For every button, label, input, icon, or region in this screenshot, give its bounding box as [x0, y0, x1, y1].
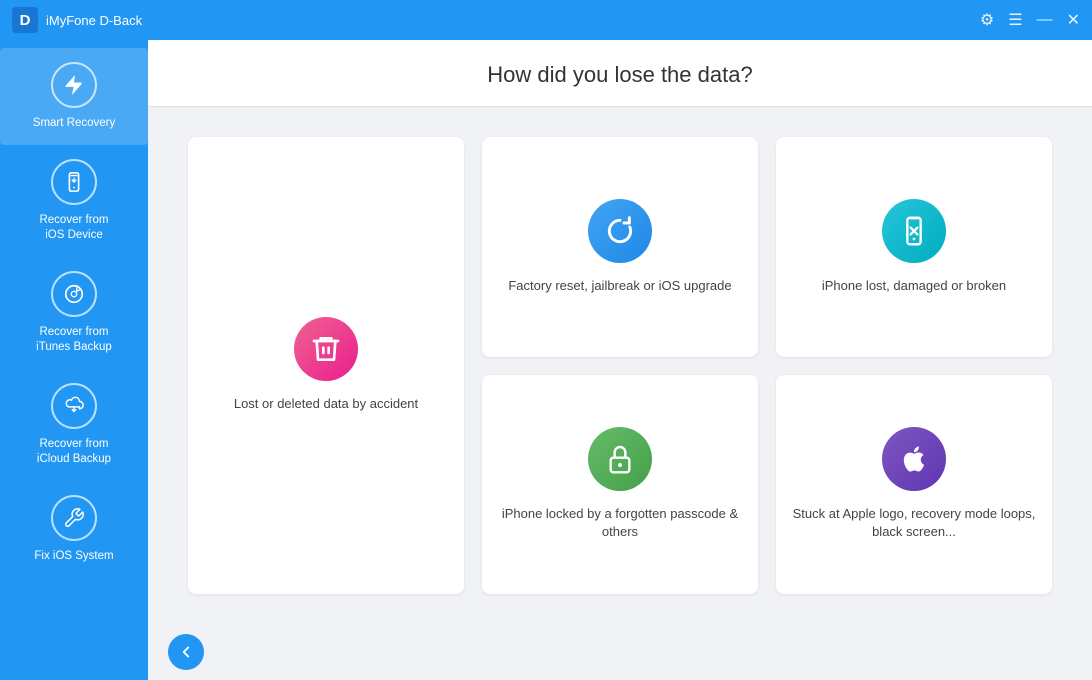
fix-ios-icon	[51, 495, 97, 541]
card-factory-reset[interactable]: Factory reset, jailbreak or iOS upgrade	[482, 137, 758, 357]
recover-ios-icon	[51, 159, 97, 205]
card-stuck-apple[interactable]: Stuck at Apple logo, recovery mode loops…	[776, 375, 1052, 595]
title-bar-left: D iMyFone D-Back	[12, 7, 142, 33]
content-area: How did you lose the data? Lost or delet…	[148, 40, 1092, 680]
card-lost-deleted[interactable]: Lost or deleted data by accident	[188, 137, 464, 594]
sidebar-label-recover-icloud: Recover fromiCloud Backup	[37, 437, 111, 467]
sidebar-item-fix-ios[interactable]: Fix iOS System	[0, 481, 148, 578]
card-label-lost-deleted: Lost or deleted data by accident	[234, 395, 418, 413]
app-icon: D	[12, 7, 38, 33]
back-button[interactable]	[168, 634, 204, 670]
content-body: Lost or deleted data by accident Factory…	[148, 107, 1092, 624]
smart-recovery-icon	[51, 62, 97, 108]
sidebar-label-smart-recovery: Smart Recovery	[33, 116, 115, 131]
sidebar-item-recover-ios[interactable]: Recover fromiOS Device	[0, 145, 148, 257]
card-label-stuck-apple: Stuck at Apple logo, recovery mode loops…	[792, 505, 1036, 541]
card-iphone-locked[interactable]: iPhone locked by a forgotten passcode & …	[482, 375, 758, 595]
recover-icloud-icon	[51, 383, 97, 429]
app-title: iMyFone D-Back	[46, 13, 142, 28]
window-controls: ⚙ ☰ — ✕	[980, 10, 1080, 30]
iphone-lost-icon	[882, 199, 946, 263]
iphone-locked-icon	[588, 427, 652, 491]
content-header: How did you lose the data?	[148, 40, 1092, 107]
cards-grid: Lost or deleted data by accident Factory…	[188, 137, 1052, 594]
page-title: How did you lose the data?	[148, 62, 1092, 88]
card-label-iphone-lost: iPhone lost, damaged or broken	[822, 277, 1006, 295]
card-iphone-lost[interactable]: iPhone lost, damaged or broken	[776, 137, 1052, 357]
sidebar-label-recover-itunes: Recover fromiTunes Backup	[36, 325, 112, 355]
sidebar: Smart Recovery Recover fromiOS Device	[0, 40, 148, 680]
sidebar-item-smart-recovery[interactable]: Smart Recovery	[0, 48, 148, 145]
settings-icon[interactable]: ⚙	[980, 10, 994, 30]
minimize-icon[interactable]: —	[1037, 11, 1053, 29]
bottom-bar	[148, 624, 1092, 680]
main-layout: Smart Recovery Recover fromiOS Device	[0, 40, 1092, 680]
sidebar-label-fix-ios: Fix iOS System	[34, 549, 113, 564]
sidebar-item-recover-itunes[interactable]: Recover fromiTunes Backup	[0, 257, 148, 369]
menu-icon[interactable]: ☰	[1008, 10, 1022, 30]
factory-reset-icon	[588, 199, 652, 263]
title-bar: D iMyFone D-Back ⚙ ☰ — ✕	[0, 0, 1092, 40]
recover-itunes-icon	[51, 271, 97, 317]
card-label-factory-reset: Factory reset, jailbreak or iOS upgrade	[508, 277, 731, 295]
card-label-iphone-locked: iPhone locked by a forgotten passcode & …	[498, 505, 742, 541]
stuck-apple-icon	[882, 427, 946, 491]
lost-deleted-icon	[294, 317, 358, 381]
sidebar-label-recover-ios: Recover fromiOS Device	[39, 213, 108, 243]
sidebar-item-recover-icloud[interactable]: Recover fromiCloud Backup	[0, 369, 148, 481]
close-icon[interactable]: ✕	[1067, 10, 1080, 30]
